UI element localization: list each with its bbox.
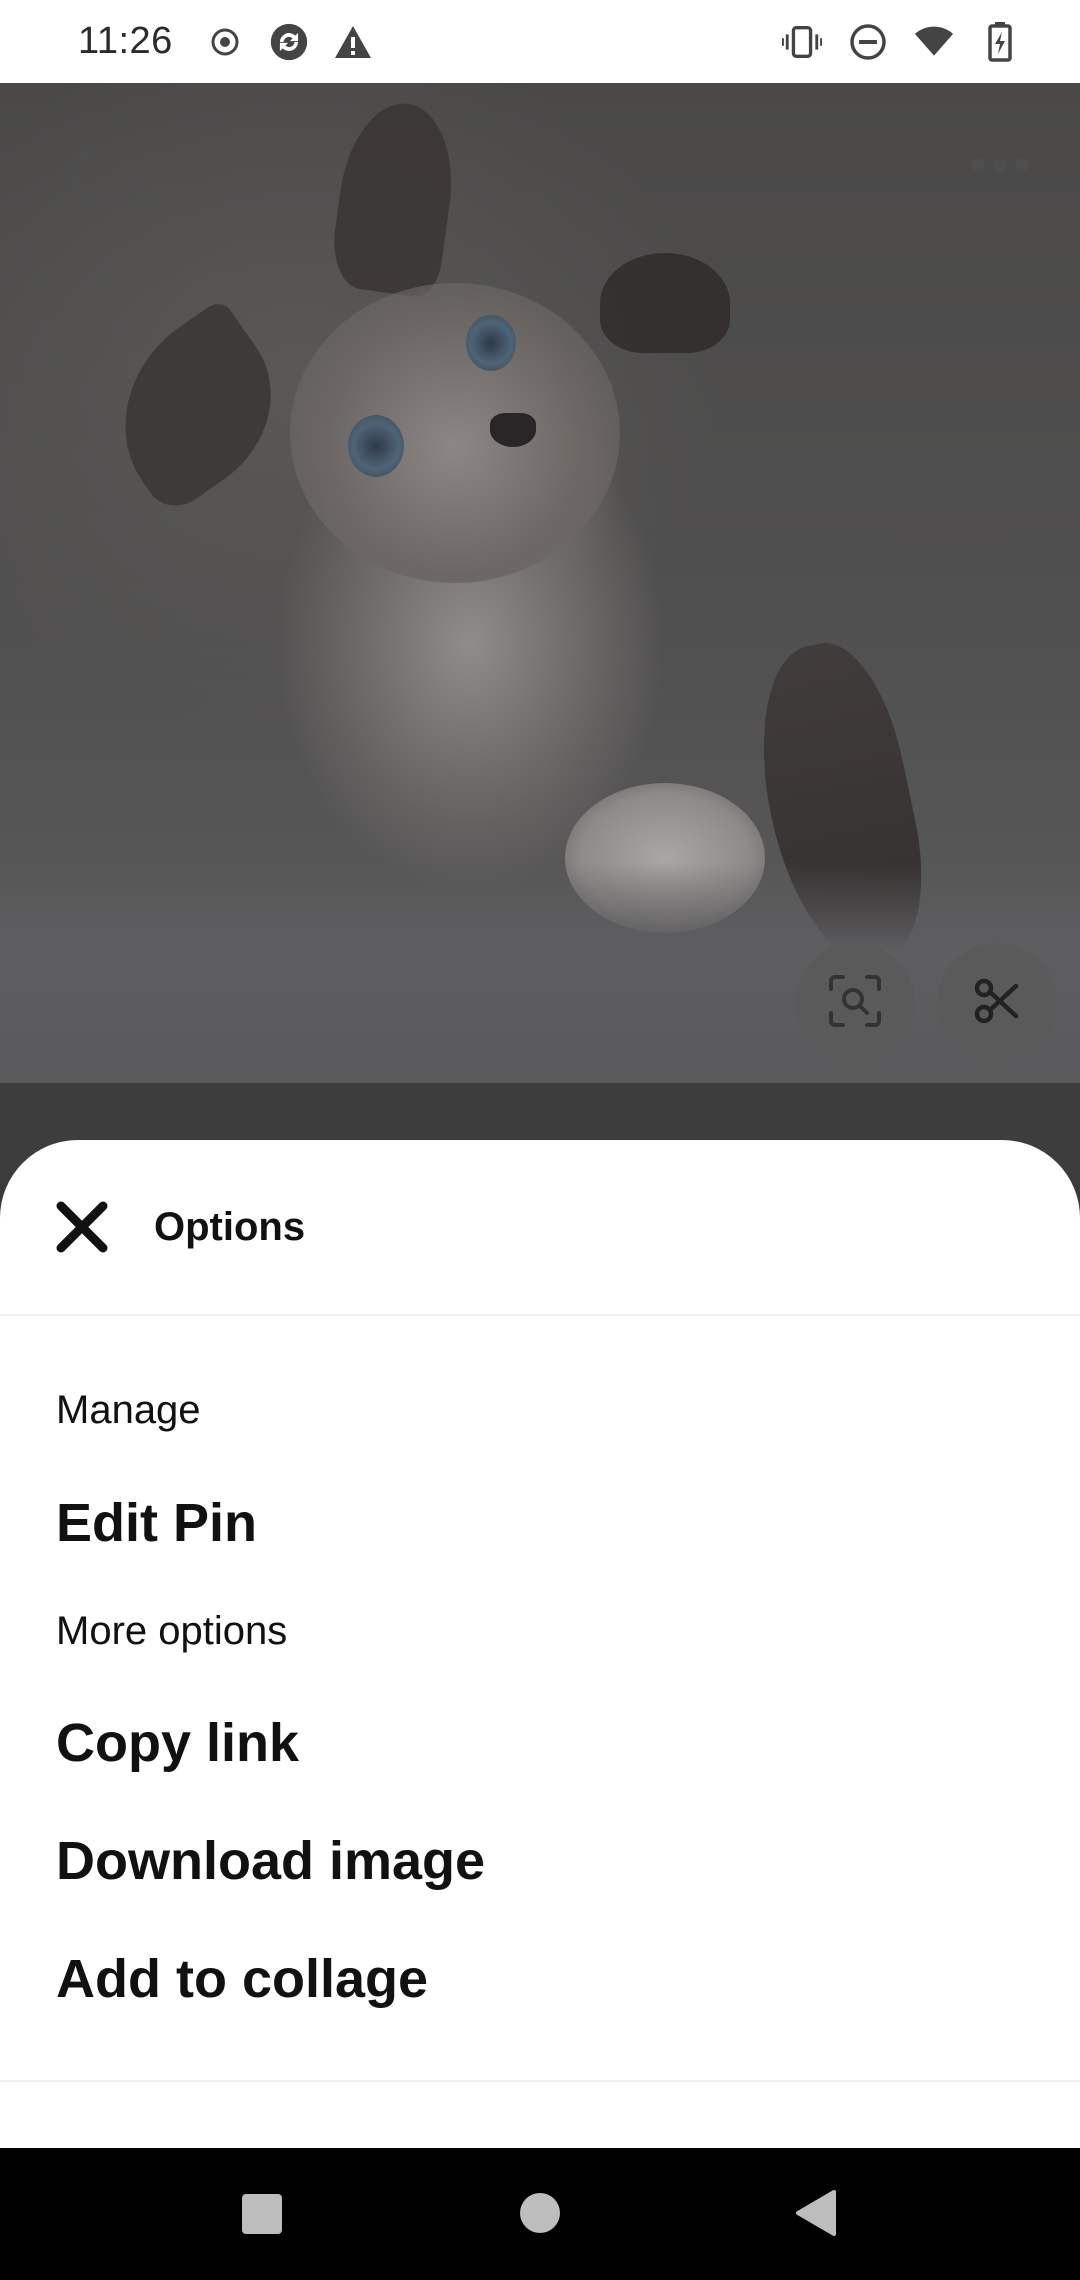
close-icon[interactable] xyxy=(54,1199,110,1255)
visual-search-icon xyxy=(827,973,883,1034)
do-not-disturb-icon xyxy=(848,22,888,62)
option-download-image[interactable]: Download image xyxy=(56,1830,485,1892)
blanket xyxy=(0,863,1080,1083)
wifi-icon xyxy=(914,22,954,62)
status-bar: 11:26 xyxy=(0,0,1080,83)
visual-search-button[interactable] xyxy=(795,943,915,1063)
cat-face xyxy=(290,283,620,583)
sheet-header: Options xyxy=(0,1140,1080,1314)
cat-eye xyxy=(348,415,404,477)
record-icon xyxy=(205,22,245,62)
warning-icon xyxy=(333,22,373,62)
option-copy-link[interactable]: Copy link xyxy=(56,1712,299,1774)
pin-image xyxy=(0,83,1080,1083)
back-chevron-icon[interactable] xyxy=(50,140,110,210)
option-add-to-collage[interactable]: Add to collage xyxy=(56,1948,428,2010)
section-label-more-options: More options xyxy=(56,1609,288,1653)
cat-ear xyxy=(82,297,308,519)
scissors-icon xyxy=(972,976,1022,1031)
more-dots-icon[interactable] xyxy=(965,140,1035,190)
divider xyxy=(0,1314,1080,1316)
cat-ear xyxy=(600,253,730,353)
sync-icon xyxy=(269,22,309,62)
battery-charging-icon xyxy=(980,21,1020,62)
status-right-icons xyxy=(782,21,1020,62)
status-time: 11:26 xyxy=(78,20,173,62)
back-icon[interactable] xyxy=(794,2188,838,2238)
home-icon[interactable] xyxy=(519,2192,561,2234)
cutout-button[interactable] xyxy=(937,943,1057,1063)
cat-nose xyxy=(490,413,536,447)
options-sheet: Options Manage Edit Pin More options Cop… xyxy=(0,1140,1080,2148)
cat-eye xyxy=(466,315,516,371)
option-edit-pin[interactable]: Edit Pin xyxy=(56,1492,257,1554)
system-nav-bar xyxy=(0,2148,1080,2280)
recents-icon[interactable] xyxy=(240,2192,284,2236)
vibrate-icon xyxy=(782,22,822,62)
section-label-manage: Manage xyxy=(56,1388,201,1432)
sheet-title: Options xyxy=(154,1204,306,1249)
divider xyxy=(0,2080,1080,2082)
cat-ear xyxy=(327,96,463,300)
status-left-icons xyxy=(205,22,373,62)
